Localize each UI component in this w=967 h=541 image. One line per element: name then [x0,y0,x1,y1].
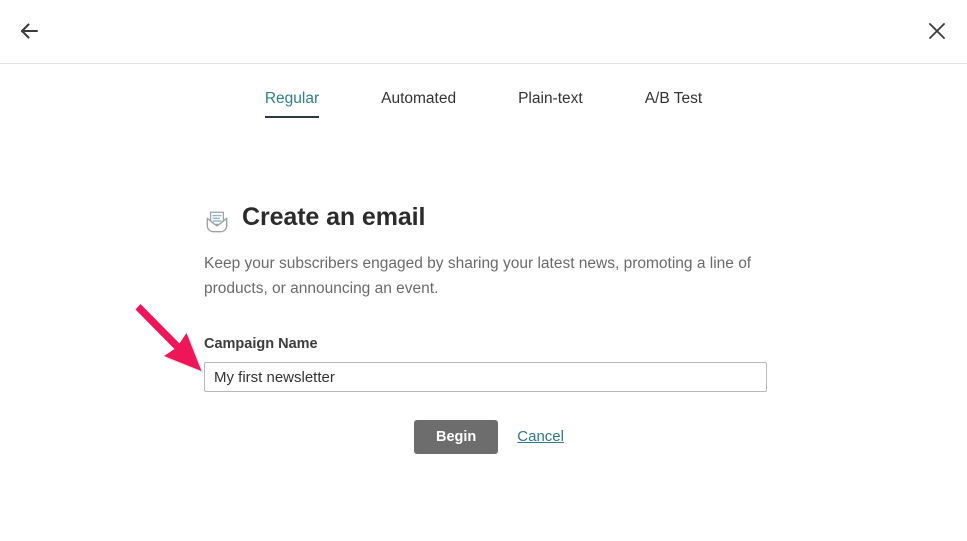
window-header [0,0,967,64]
arrow-left-icon [17,19,41,46]
campaign-name-label: Campaign Name [204,336,318,352]
back-button[interactable] [13,16,45,48]
close-x-icon [926,20,948,45]
tab-ab-test[interactable]: A/B Test [645,88,702,118]
campaign-name-input[interactable] [204,362,767,392]
cancel-link[interactable]: Cancel [517,427,564,447]
campaign-type-tabs: Regular Automated Plain-text A/B Test [0,88,967,118]
tab-automated[interactable]: Automated [381,88,456,118]
page-title-row: Create an email [204,200,768,234]
page-title: Create an email [242,203,426,231]
tab-plain-text[interactable]: Plain-text [518,88,583,118]
close-button[interactable] [921,16,953,48]
tab-regular[interactable]: Regular [264,88,320,118]
open-envelope-letter-icon [204,206,230,232]
panel-description: Keep your subscribers engaged by sharing… [204,255,752,297]
form-actions: Begin Cancel [204,420,768,454]
begin-button[interactable]: Begin [414,420,499,454]
create-email-panel: Create an email Keep your subscribers en… [204,200,768,454]
